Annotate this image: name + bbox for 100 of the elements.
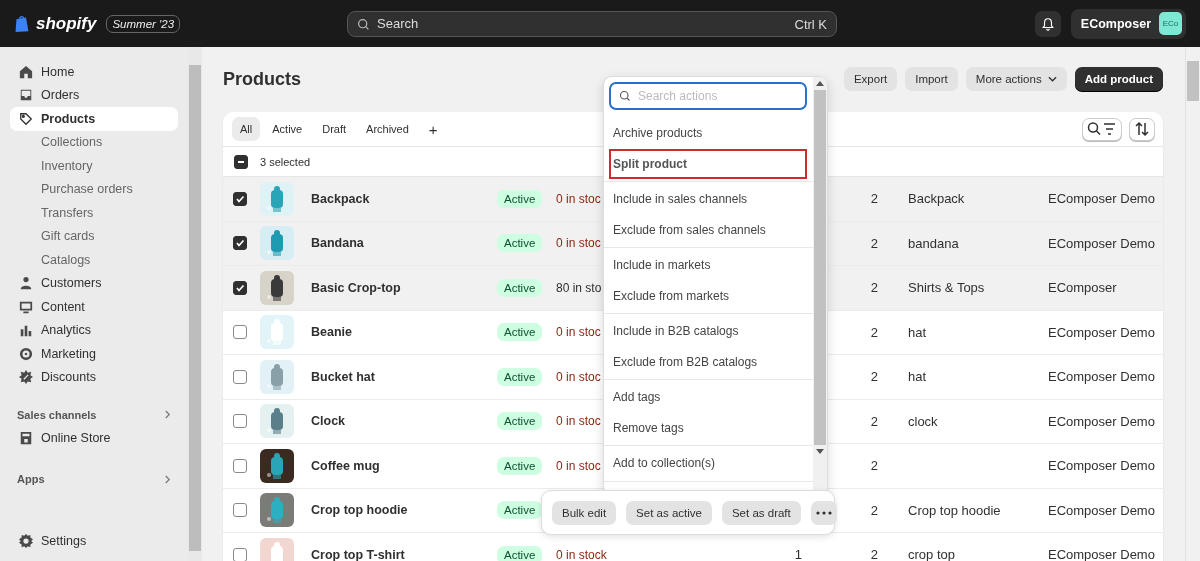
more-button[interactable] <box>810 500 837 525</box>
sidebar-item[interactable]: Products <box>10 107 178 131</box>
table-cell: 1 <box>794 547 802 561</box>
filter-tab[interactable]: Archived <box>358 117 417 141</box>
product-type-cell: hat <box>908 369 927 385</box>
product-name[interactable]: Basic Crop-top <box>311 280 497 295</box>
edition-badge: Summer '23 <box>106 14 181 33</box>
search-icon <box>619 90 631 102</box>
status-badge: Active <box>497 323 543 342</box>
sidebar-subitem[interactable]: Gift cards <box>10 224 178 248</box>
product-name[interactable]: Backpack <box>311 191 497 206</box>
page-action-button[interactable]: Import <box>905 67 958 91</box>
menu-item[interactable]: Exclude from sales channels <box>604 214 813 245</box>
product-name[interactable]: Beanie <box>311 325 497 340</box>
scrollbar[interactable] <box>188 47 202 561</box>
person-icon <box>19 276 33 291</box>
filter-tab[interactable]: Draft <box>314 117 355 141</box>
row-checkbox[interactable] <box>233 369 247 384</box>
search-filter-button[interactable] <box>1082 117 1122 141</box>
table-cell: 2 <box>870 369 878 385</box>
vendor-cell: EComposer Demo <box>1048 413 1155 429</box>
inventory-cell: 0 in stoc <box>556 369 601 384</box>
sidebar-section-heading[interactable]: Apps <box>10 467 178 491</box>
sidebar-item[interactable]: Discounts <box>10 365 178 389</box>
menu-item[interactable]: Add tags <box>604 382 813 413</box>
menu-item[interactable]: Include in sales channels <box>604 184 813 215</box>
product-name[interactable]: Coffee mug <box>311 458 497 473</box>
sidebar-subitem[interactable]: Catalogs <box>10 248 178 272</box>
add-tab-button[interactable]: + <box>420 117 446 141</box>
vendor-cell: EComposer <box>1048 280 1117 296</box>
status-badge: Active <box>497 412 543 431</box>
row-checkbox[interactable] <box>233 414 247 429</box>
brand-name: shopify <box>36 13 97 34</box>
account-avatar: ECo <box>1159 12 1182 35</box>
sidebar-item[interactable]: Analytics <box>10 318 178 342</box>
sidebar-item[interactable]: Orders <box>10 83 178 107</box>
page-action-button[interactable]: Export <box>843 67 898 91</box>
selection-count: 3 selected <box>260 155 311 168</box>
vendor-cell: EComposer Demo <box>1048 235 1155 251</box>
sidebar-item[interactable]: Marketing <box>10 342 178 366</box>
menu-item[interactable]: Add to collection(s) <box>604 448 813 479</box>
menu-item[interactable]: Exclude from B2B catalogs <box>604 346 813 377</box>
filter-tab[interactable]: Active <box>264 117 311 141</box>
sidebar-item[interactable]: Settings <box>10 529 178 553</box>
badge-icon <box>19 370 33 385</box>
sidebar-item[interactable]: Home <box>10 60 178 84</box>
sort-button[interactable] <box>1129 117 1155 141</box>
product-name[interactable]: Crop top hoodie <box>311 503 497 518</box>
row-checkbox[interactable] <box>233 458 247 473</box>
page-title: Products <box>223 68 301 90</box>
page-action-button[interactable]: Add product <box>1074 67 1163 91</box>
bulk-action-button[interactable]: Set as draft <box>721 500 801 525</box>
bell-icon <box>1040 15 1055 32</box>
product-type-cell: Crop top hoodie <box>908 502 1001 518</box>
account-button[interactable]: EComposer ECo <box>1070 8 1186 39</box>
status-badge: Active <box>497 456 543 475</box>
row-checkbox[interactable] <box>233 236 247 251</box>
inventory-cell: 0 in stock <box>556 547 607 561</box>
menu-item[interactable]: Include in B2B catalogs <box>604 316 813 347</box>
menu-item[interactable]: Exclude from markets <box>604 280 813 311</box>
sidebar-subitem[interactable]: Collections <box>10 130 178 154</box>
product-name[interactable]: Clock <box>311 414 497 429</box>
row-checkbox[interactable] <box>233 547 247 561</box>
bulk-action-button[interactable]: Set as active <box>626 500 712 525</box>
menu-item[interactable]: Split product <box>609 148 807 179</box>
sidebar-item[interactable]: Content <box>10 295 178 319</box>
filter-tab[interactable]: All <box>232 117 261 141</box>
select-all-checkbox[interactable] <box>234 154 248 169</box>
monitor-icon <box>19 299 33 314</box>
status-badge: Active <box>497 545 543 561</box>
row-checkbox[interactable] <box>233 503 247 518</box>
inventory-cell: 0 in stoc <box>556 191 601 206</box>
sidebar-item[interactable]: Online Store <box>10 426 178 450</box>
scroll-up-arrow-icon[interactable] <box>816 81 824 86</box>
menu-item[interactable]: Remove tags <box>604 412 813 443</box>
product-name[interactable]: Bandana <box>311 236 497 251</box>
menu-item[interactable]: Include in markets <box>604 250 813 281</box>
scrollbar[interactable] <box>1185 47 1200 561</box>
vendor-cell: EComposer Demo <box>1048 191 1155 207</box>
inventory-cell: 0 in stoc <box>556 236 601 251</box>
shopify-bag-icon <box>14 14 30 33</box>
sidebar-item[interactable]: Customers <box>10 271 178 295</box>
row-checkbox[interactable] <box>233 325 247 340</box>
sidebar-section-heading[interactable]: Sales channels <box>10 403 178 426</box>
row-checkbox[interactable] <box>233 280 247 295</box>
sidebar-subitem[interactable]: Inventory <box>10 154 178 178</box>
search-actions-field[interactable]: Search actions <box>609 82 807 110</box>
bulk-action-button[interactable]: Bulk edit <box>552 500 617 525</box>
status-badge: Active <box>497 189 543 208</box>
scroll-down-arrow-icon[interactable] <box>816 449 824 454</box>
product-name[interactable]: Bucket hat <box>311 369 497 384</box>
checkmark-icon <box>235 282 245 293</box>
menu-item[interactable]: Archive products <box>604 118 813 149</box>
status-badge: Active <box>497 278 543 297</box>
notifications-button[interactable] <box>1034 10 1061 37</box>
sidebar-subitem[interactable]: Transfers <box>10 201 178 225</box>
row-checkbox[interactable] <box>233 191 247 206</box>
product-name[interactable]: Crop top T-shirt <box>311 547 497 561</box>
more-actions-button[interactable]: More actions <box>965 67 1067 91</box>
sidebar-subitem[interactable]: Purchase orders <box>10 177 178 201</box>
